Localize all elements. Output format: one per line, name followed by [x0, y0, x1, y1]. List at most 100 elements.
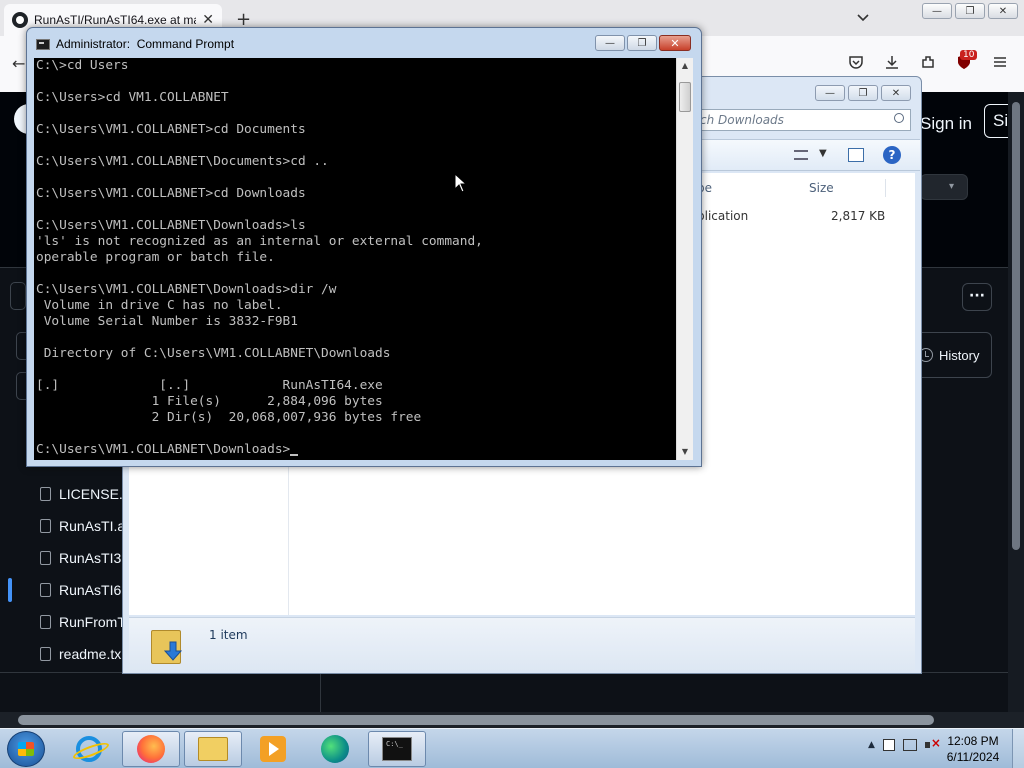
console-line: C:\Users\VM1.COLLABNET\Documents>cd ..: [36, 154, 329, 169]
divider: [320, 672, 321, 712]
cmd-title-bar[interactable]: Administrator: Command Prompt — ❐ ✕: [27, 28, 701, 58]
system-clock[interactable]: 12:08 PM 6/11/2024: [938, 733, 1008, 765]
file-icon: [40, 615, 51, 629]
taskbar: ▲ 12:08 PM 6/11/2024: [0, 728, 1024, 768]
taskbar-command-prompt[interactable]: [368, 731, 426, 767]
scrollbar-thumb[interactable]: [679, 82, 691, 112]
show-desktop-button[interactable]: [1012, 729, 1024, 768]
console-prompt[interactable]: C:\Users\VM1.COLLABNET\Downloads>: [36, 442, 483, 458]
sign-in-link[interactable]: Sign in: [920, 114, 972, 134]
sidebar-toggle-button[interactable]: [10, 282, 26, 310]
tab-close-icon[interactable]: ✕: [202, 12, 214, 28]
file-size-cell[interactable]: 2,817 KB: [831, 209, 885, 223]
system-tray: ▲: [868, 736, 941, 751]
command-prompt-window: Administrator: Command Prompt — ❐ ✕ C:\>…: [26, 27, 702, 467]
column-header-size[interactable]: Size: [809, 181, 834, 195]
more-options-button[interactable]: ···: [962, 283, 992, 311]
console-line: Directory of C:\Users\VM1.COLLABNET\Down…: [36, 346, 391, 361]
search-downloads-input[interactable]: ch Downloads: [683, 109, 911, 131]
taskbar-edge[interactable]: [306, 731, 364, 767]
file-name: RunAsTI6: [59, 582, 122, 598]
vertical-scrollbar[interactable]: ▲ ▼: [676, 58, 693, 460]
branch-select-dropdown[interactable]: ▾: [920, 174, 968, 200]
show-hidden-icons-icon[interactable]: ▲: [868, 740, 875, 750]
scrollbar-thumb[interactable]: [18, 715, 934, 725]
download-icon[interactable]: [884, 54, 900, 70]
volume-muted-icon[interactable]: [924, 736, 941, 751]
internet-explorer-icon: [76, 736, 102, 762]
file-tree-item[interactable]: RunAsTI.a: [0, 510, 130, 542]
help-icon[interactable]: ?: [883, 146, 901, 164]
start-button[interactable]: [7, 731, 45, 767]
console-line: Volume Serial Number is 3832-F9B1: [36, 314, 298, 329]
taskbar-windows-explorer[interactable]: [184, 731, 242, 767]
minimize-button[interactable]: —: [595, 35, 625, 51]
search-icon[interactable]: [894, 113, 904, 123]
file-tree-item[interactable]: RunAsTI3: [0, 542, 130, 574]
chevron-down-icon[interactable]: ▼: [819, 148, 827, 159]
explorer-window-controls: — ❐ ✕: [815, 85, 911, 101]
scrollbar-thumb[interactable]: [1012, 102, 1020, 550]
console-output[interactable]: C:\>cd Users C:\Users>cd VM1.COLLABNET C:\…: [34, 58, 676, 460]
command-prompt-icon: [382, 737, 412, 761]
maximize-button[interactable]: ❐: [627, 35, 657, 51]
console-line: [.] [..] RunAsTI64.exe: [36, 378, 383, 393]
minimize-button[interactable]: —: [815, 85, 845, 101]
network-icon[interactable]: [902, 739, 917, 751]
file-icon: [40, 647, 51, 661]
console-line: C:\Users\VM1.COLLABNET>cd Downloads: [36, 186, 306, 201]
scroll-down-arrow-icon[interactable]: ▼: [677, 444, 693, 460]
pocket-icon[interactable]: [848, 54, 864, 70]
file-tree-item[interactable]: RunFromT: [0, 606, 130, 638]
close-button[interactable]: ✕: [881, 85, 911, 101]
taskbar-media-player[interactable]: [244, 731, 302, 767]
file-icon: [40, 487, 51, 501]
file-icon: [40, 519, 51, 533]
column-separator: [885, 179, 886, 197]
console-line: C:\Users>cd VM1.COLLABNET: [36, 90, 229, 105]
cmd-icon[interactable]: [36, 39, 50, 50]
downloads-folder-icon: [151, 624, 185, 664]
close-button[interactable]: ✕: [988, 3, 1018, 19]
extension-badge: 10: [960, 50, 978, 60]
file-icon: [40, 583, 51, 597]
console-line: operable program or batch file.: [36, 250, 275, 265]
cmd-window-controls: — ❐ ✕: [595, 35, 691, 51]
clock-date: 6/11/2024: [946, 750, 1000, 764]
file-tree-item[interactable]: readme.tx: [0, 638, 130, 670]
close-button[interactable]: ✕: [659, 35, 691, 51]
view-options-icon[interactable]: [794, 150, 808, 160]
extensions-icon[interactable]: [920, 54, 936, 70]
vertical-scrollbar[interactable]: [1008, 92, 1024, 712]
hamburger-menu-icon[interactable]: [992, 54, 1008, 70]
back-arrow-icon[interactable]: ←: [12, 54, 25, 73]
file-tree-item-selected[interactable]: RunAsTI6: [0, 574, 130, 606]
chevron-down-icon[interactable]: [856, 11, 870, 25]
taskbar-internet-explorer[interactable]: [60, 731, 118, 767]
details-pane: 1 item: [129, 617, 915, 671]
console-line: 'ls' is not recognized as an internal or…: [36, 234, 483, 249]
restore-button[interactable]: ❐: [955, 3, 985, 19]
preview-pane-icon[interactable]: [848, 148, 864, 162]
scroll-up-arrow-icon[interactable]: ▲: [677, 58, 693, 74]
edge-icon: [321, 735, 349, 763]
minimize-button[interactable]: —: [922, 3, 952, 19]
history-label: History: [939, 347, 980, 363]
horizontal-scrollbar[interactable]: [0, 712, 1024, 728]
console-line: C:\>cd Users: [36, 58, 129, 73]
file-type-cell[interactable]: plication: [697, 209, 748, 223]
taskbar-firefox[interactable]: [122, 731, 180, 767]
action-center-flag-icon[interactable]: [882, 739, 895, 751]
search-placeholder: ch Downloads: [700, 113, 784, 127]
console-line: Volume in drive C has no label.: [36, 298, 283, 313]
mouse-cursor-icon: [454, 173, 468, 193]
file-tree: LICENSE.r RunAsTI.a RunAsTI3 RunAsTI6 Ru…: [0, 478, 130, 670]
restore-button[interactable]: ❐: [848, 85, 878, 101]
file-tree-item[interactable]: LICENSE.r: [0, 478, 130, 510]
